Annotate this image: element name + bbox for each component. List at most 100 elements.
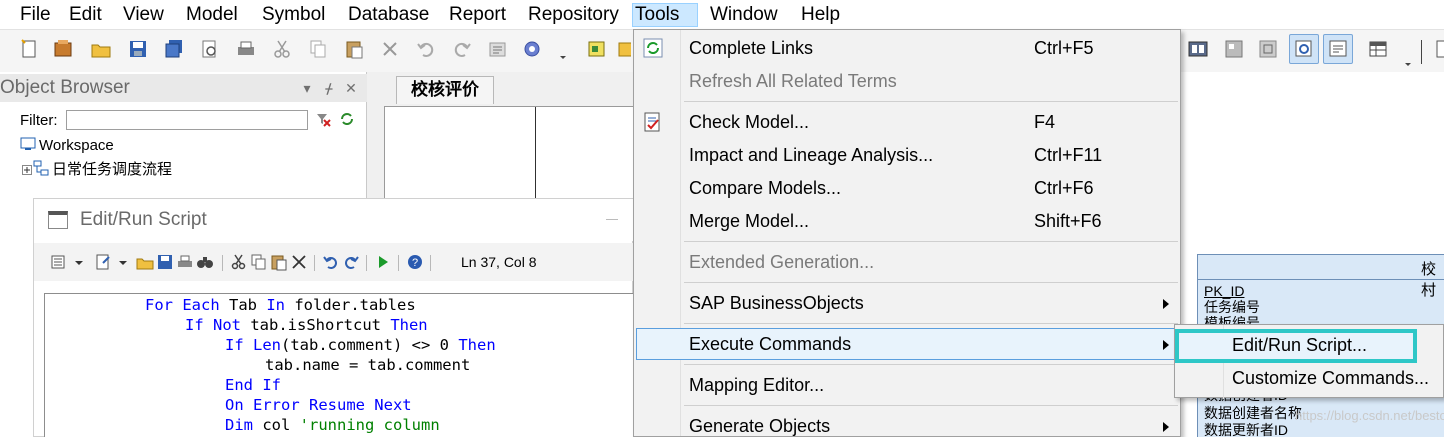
table-icon[interactable]: [1367, 38, 1389, 60]
new-file-icon[interactable]: [18, 38, 40, 60]
redo-icon[interactable]: [451, 38, 473, 60]
save-icon[interactable]: [127, 38, 149, 60]
menu-window[interactable]: Window: [708, 3, 780, 27]
tool-icon[interactable]: [1435, 38, 1444, 60]
run-icon[interactable]: [374, 253, 392, 271]
menu-item-shortcut: Ctrl+F11: [1034, 145, 1103, 165]
menu-model[interactable]: Model: [184, 3, 240, 27]
copy-icon[interactable]: [250, 253, 268, 271]
paste-icon[interactable]: [270, 253, 288, 271]
cut-icon[interactable]: [271, 38, 293, 60]
menu-repository[interactable]: Repository: [526, 3, 621, 27]
toolbar-divider: [430, 255, 431, 271]
menu-item-label: Merge Model...: [689, 211, 810, 231]
code-keyword: Then: [390, 316, 428, 334]
print-icon[interactable]: [176, 253, 194, 271]
minimize-icon[interactable]: [606, 219, 618, 220]
code-text: tab.name = tab.comment: [265, 356, 471, 374]
menu-item-merge-model[interactable]: Merge Model... Shift+F6: [636, 205, 1180, 237]
menu-item-shortcut: F4: [1034, 112, 1056, 132]
menu-help[interactable]: Help: [799, 3, 842, 27]
entity-column: 任务编号: [1204, 299, 1260, 315]
help-icon[interactable]: ?: [406, 253, 424, 271]
close-icon[interactable]: ✕: [344, 80, 358, 96]
chevron-right-icon: [1163, 340, 1169, 350]
clear-filter-icon[interactable]: [314, 110, 332, 128]
menu-file[interactable]: File: [18, 3, 53, 27]
chevron-down-icon[interactable]: [114, 253, 127, 271]
menu-item-compare-models[interactable]: Compare Models... Ctrl+F6: [636, 172, 1180, 204]
menu-item-complete-links[interactable]: Complete Links Ctrl+F5: [636, 32, 1180, 64]
submenu-item-edit-run-script[interactable]: Edit/Run Script...: [1175, 329, 1417, 363]
gear-icon[interactable]: [521, 38, 543, 60]
find-icon[interactable]: [196, 253, 214, 271]
menu-item-refresh-all-related-terms[interactable]: Refresh All Related Terms: [636, 65, 1180, 97]
tree-item-workspace[interactable]: Workspace: [20, 136, 114, 156]
code-line: On Error Resume Next: [225, 395, 412, 415]
view-icon[interactable]: [1187, 38, 1209, 60]
menu-edit[interactable]: Edit: [67, 3, 104, 27]
menu-separator: [684, 241, 1178, 242]
menu-database[interactable]: Database: [346, 3, 431, 27]
chevron-down-icon[interactable]: [560, 40, 566, 60]
entity-column: 数据创建者名称: [1204, 405, 1302, 421]
model-icon: [33, 160, 49, 180]
tree-item-model[interactable]: 日常任务调度流程: [22, 158, 172, 180]
tab-diagram[interactable]: 校核评价: [396, 76, 494, 104]
undo-icon[interactable]: [415, 38, 437, 60]
print-preview-icon[interactable]: [199, 38, 221, 60]
menu-item-sap-businessobjects[interactable]: SAP BusinessObjects: [636, 287, 1180, 319]
print-icon[interactable]: [235, 38, 257, 60]
open-folder-icon[interactable]: [90, 38, 112, 60]
chevron-down-icon[interactable]: [1405, 56, 1411, 71]
menu-report[interactable]: Report: [447, 3, 508, 27]
menu-item-check-model[interactable]: Check Model... F4: [636, 106, 1180, 138]
new-diagram-icon[interactable]: [586, 38, 608, 60]
open-folder-icon[interactable]: [136, 253, 154, 271]
refresh-icon[interactable]: [338, 110, 356, 128]
new-script-icon[interactable]: [94, 253, 112, 271]
save-icon[interactable]: [156, 253, 174, 271]
delete-icon[interactable]: [290, 253, 308, 271]
menu-item-mapping-editor[interactable]: Mapping Editor...: [636, 369, 1180, 401]
copy-icon[interactable]: [307, 38, 329, 60]
menu-item-extended-generation[interactable]: Extended Generation...: [636, 246, 1180, 278]
redo-icon[interactable]: [342, 253, 360, 271]
menu-separator: [684, 405, 1178, 406]
expand-icon[interactable]: [22, 162, 32, 179]
comment-icon[interactable]: [1323, 34, 1353, 64]
save-all-icon[interactable]: [163, 38, 185, 60]
menu-item-impact-lineage-analysis[interactable]: Impact and Lineage Analysis... Ctrl+F11: [636, 139, 1180, 171]
chevron-down-icon[interactable]: ▾: [300, 80, 314, 96]
filter-input[interactable]: [66, 110, 308, 130]
pin-icon[interactable]: ᚋ: [322, 80, 336, 96]
menu-tools[interactable]: Tools: [632, 3, 698, 27]
menu-item-shortcut: Shift+F6: [1034, 211, 1102, 231]
zoom-icon[interactable]: [1289, 34, 1319, 64]
grid-icon[interactable]: [1257, 38, 1279, 60]
diagram-canvas[interactable]: [384, 106, 634, 203]
properties-icon[interactable]: [487, 38, 509, 60]
submenu-item-customize-commands[interactable]: Customize Commands...: [1177, 363, 1441, 395]
delete-icon[interactable]: [379, 38, 401, 60]
script-editor[interactable]: For Each Tab In folder.tables If Not tab.…: [44, 293, 634, 437]
refresh-links-icon: [642, 37, 664, 59]
dialog-toolbar: ? Ln 37, Col 8: [34, 243, 634, 281]
menu-view[interactable]: View: [121, 3, 166, 27]
toolbar-divider: [222, 255, 223, 271]
new-project-icon[interactable]: [52, 38, 74, 60]
menu-symbol[interactable]: Symbol: [260, 3, 327, 27]
list-icon[interactable]: [50, 253, 68, 271]
code-keyword: On Error Resume Next: [225, 396, 412, 414]
layout-icon[interactable]: [1223, 38, 1245, 60]
menu-separator: [684, 323, 1178, 324]
paste-icon[interactable]: [343, 38, 365, 60]
cut-icon[interactable]: [230, 253, 248, 271]
folder-icon[interactable]: [617, 38, 631, 60]
chevron-down-icon[interactable]: [70, 253, 83, 271]
menu-item-execute-commands[interactable]: Execute Commands: [636, 328, 1180, 360]
menu-item-label: Mapping Editor...: [689, 375, 825, 395]
code-line: Dim col 'running column: [225, 415, 440, 435]
menu-item-generate-objects[interactable]: Generate Objects: [636, 410, 1180, 436]
undo-icon[interactable]: [322, 253, 340, 271]
